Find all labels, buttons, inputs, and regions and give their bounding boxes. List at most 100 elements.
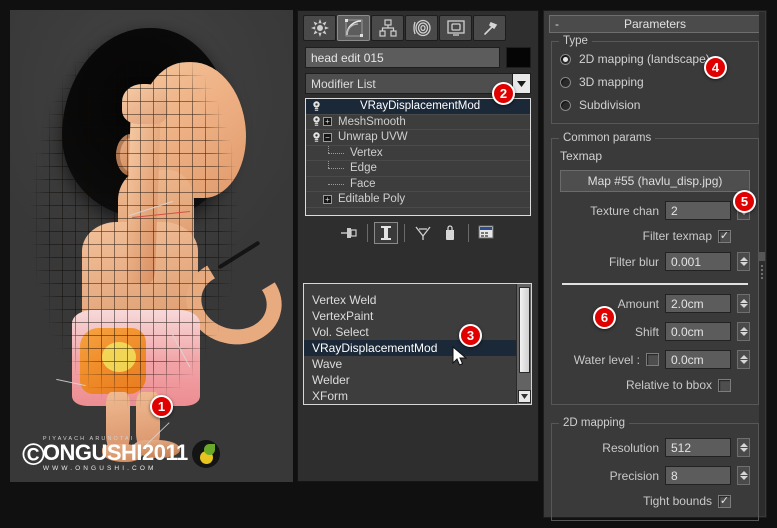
radio-subdivision[interactable]: Subdivision: [560, 98, 750, 112]
stack-row-editable-poly[interactable]: + Editable Poly: [306, 192, 530, 208]
configure-sets-icon[interactable]: [475, 222, 499, 244]
stack-subrow-edge[interactable]: Edge: [306, 161, 530, 177]
ongushi-logo-icon: [191, 440, 220, 468]
tab-motion[interactable]: [405, 15, 438, 41]
stack-subrow-vertex[interactable]: Vertex: [306, 145, 530, 161]
light-bulb-icon[interactable]: [310, 132, 323, 143]
precision-label: Precision: [609, 468, 659, 483]
amount-row: Amount 2.0cm: [560, 294, 750, 313]
stack-item-label: Unwrap UVW: [338, 131, 408, 144]
tab-modify[interactable]: [337, 15, 370, 41]
light-bulb-icon[interactable]: [310, 116, 323, 127]
stack-row-meshsmooth[interactable]: + MeshSmooth: [306, 115, 530, 130]
parameters-panel: - Parameters Type 2D mapping (landscape)…: [543, 10, 767, 521]
amount-spinner[interactable]: [737, 294, 750, 313]
watermark: © PIYAVACH ARUNOTAI ONGUSHI2011 WWW.ONGU…: [22, 432, 220, 476]
relative-bbox-row: Relative to bbox: [560, 378, 750, 392]
separator: [367, 224, 368, 242]
texture-chan-input[interactable]: 2: [665, 201, 731, 220]
show-end-result-icon[interactable]: [374, 222, 398, 244]
tight-bounds-checkbox[interactable]: [718, 494, 731, 508]
tree-line: [328, 168, 344, 169]
shift-spinner[interactable]: [737, 322, 750, 341]
modifier-stack[interactable]: VRayDisplacementMod + MeshSmooth − Unwra…: [305, 98, 531, 216]
water-level-input[interactable]: 0.0cm: [665, 350, 731, 369]
object-color-swatch[interactable]: [506, 47, 531, 68]
precision-spinner[interactable]: [737, 466, 750, 485]
common-params-group: Common params Texmap Map #55 (havlu_disp…: [551, 132, 759, 405]
water-level-label: Water level :: [573, 352, 640, 367]
tab-hierarchy[interactable]: [371, 15, 404, 41]
panel-grip-icon[interactable]: [760, 263, 765, 279]
modifier-dropdown-list[interactable]: Vertex Weld VertexPaint Vol. Select VRay…: [303, 283, 532, 405]
list-item-wave[interactable]: Wave: [304, 356, 531, 372]
resolution-spinner[interactable]: [737, 438, 750, 457]
radio-icon[interactable]: [560, 76, 571, 88]
list-item-vertexpaint[interactable]: VertexPaint: [304, 308, 531, 324]
filter-texmap-label: Filter texmap: [642, 229, 712, 243]
stack-subrow-face[interactable]: Face: [306, 177, 530, 192]
scroll-down-icon[interactable]: [518, 390, 531, 403]
scrollbar-thumb[interactable]: [759, 252, 765, 261]
stack-row-unwrap-uvw[interactable]: − Unwrap UVW: [306, 130, 530, 146]
filter-blur-row: Filter blur 0.001: [560, 252, 750, 271]
shift-row: Shift 0.0cm: [560, 322, 750, 341]
copyright-icon: ©: [22, 436, 45, 472]
tab-create[interactable]: [303, 15, 336, 41]
water-level-spinner[interactable]: [737, 350, 750, 369]
annotation-badge-5: 5: [733, 190, 756, 213]
precision-row: Precision 8: [560, 466, 750, 485]
modifier-stack-toolbar: [305, 219, 531, 247]
radio-label: 2D mapping (landscape): [579, 52, 710, 66]
list-item-welder[interactable]: Welder: [304, 372, 531, 388]
texmap-label: Texmap: [560, 149, 603, 163]
annotation-badge-1: 1: [150, 395, 173, 418]
texmap-map-button[interactable]: Map #55 (havlu_disp.jpg): [560, 170, 750, 192]
radio-icon[interactable]: [560, 99, 571, 111]
list-item-vol-select[interactable]: Vol. Select: [304, 324, 531, 340]
tight-bounds-label: Tight bounds: [643, 494, 712, 508]
precision-input[interactable]: 8: [665, 466, 731, 485]
amount-input[interactable]: 2.0cm: [665, 294, 731, 313]
filter-blur-input[interactable]: 0.001: [665, 252, 731, 271]
expand-plus-icon[interactable]: +: [323, 117, 332, 127]
light-bulb-icon[interactable]: [310, 101, 323, 112]
expand-minus-icon[interactable]: −: [323, 132, 332, 142]
expand-box: [323, 102, 332, 111]
filter-texmap-checkbox[interactable]: [718, 229, 731, 243]
filter-texmap-row: Filter texmap: [560, 229, 750, 243]
object-name-input[interactable]: head edit 015: [305, 47, 500, 68]
section-divider: [562, 283, 748, 285]
texture-chan-row: Texture chan 2: [560, 201, 750, 220]
make-unique-icon[interactable]: [411, 222, 435, 244]
2d-mapping-group: 2D mapping Resolution 512 Precision 8 Ti…: [551, 417, 759, 521]
tab-utilities[interactable]: [473, 15, 506, 41]
pin-stack-icon[interactable]: [337, 222, 361, 244]
resolution-input[interactable]: 512: [665, 438, 731, 457]
annotation-badge-3: 3: [459, 324, 482, 347]
shift-input[interactable]: 0.0cm: [665, 322, 731, 341]
object-name-row: head edit 015: [298, 43, 538, 73]
dropdown-scrollbar[interactable]: [516, 284, 531, 404]
resolution-row: Resolution 512: [560, 438, 750, 457]
list-item-xform[interactable]: XForm: [304, 388, 531, 404]
tab-display[interactable]: [439, 15, 472, 41]
remove-modifier-icon[interactable]: [438, 222, 462, 244]
list-item-vertex-weld[interactable]: Vertex Weld: [304, 292, 531, 308]
relative-bbox-checkbox[interactable]: [718, 378, 731, 392]
annotation-badge-2: 2: [492, 82, 515, 105]
3dsmax-window: © PIYAVACH ARUNOTAI ONGUSHI2011 WWW.ONGU…: [0, 0, 777, 528]
expand-plus-icon[interactable]: +: [323, 194, 332, 204]
radio-icon[interactable]: [560, 53, 571, 65]
mouse-cursor-icon: [452, 345, 468, 373]
list-item-vraydisplacementmod[interactable]: VRayDisplacementMod: [304, 340, 531, 356]
common-params-title: Common params: [559, 132, 656, 144]
tight-bounds-row: Tight bounds: [560, 494, 750, 508]
scrollbar-thumb[interactable]: [519, 287, 530, 373]
2d-mapping-title: 2D mapping: [559, 417, 630, 429]
filter-blur-spinner[interactable]: [737, 252, 750, 271]
watermark-site: WWW.ONGUSHI.COM: [42, 465, 157, 473]
parameters-rollout-header[interactable]: - Parameters: [549, 15, 761, 33]
water-level-checkbox[interactable]: [646, 353, 659, 366]
annotation-badge-6: 6: [593, 306, 616, 329]
